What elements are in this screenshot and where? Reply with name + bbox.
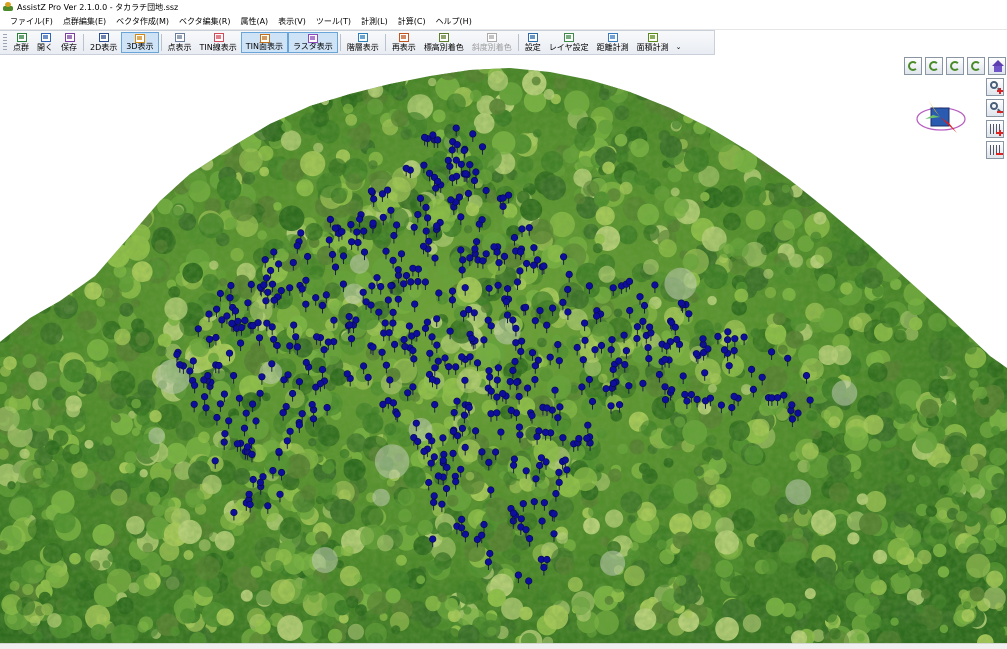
layer-settings-icon <box>563 32 575 42</box>
toolbar-overflow-button[interactable]: ⌄ <box>673 31 684 54</box>
point-display-icon <box>174 32 185 42</box>
toolbar-button[interactable]: 2D表示 <box>86 32 121 53</box>
save-icon <box>64 32 75 42</box>
zoom-out-icon[interactable] <box>986 99 1004 117</box>
toolbar-button[interactable]: 保存 <box>57 32 81 53</box>
toolbar-button[interactable]: 設定 <box>521 32 545 53</box>
home-view-icon[interactable] <box>988 57 1006 75</box>
view-2d-icon <box>98 32 110 42</box>
settings-icon <box>527 32 539 42</box>
toolbar-button-label: 斜度別着色 <box>471 43 512 52</box>
layer-display-icon <box>357 32 369 42</box>
slope-color-icon <box>486 32 498 42</box>
toolbar-button-label: 2D表示 <box>90 43 118 52</box>
view-3d-icon <box>134 33 146 43</box>
toolbar-separator <box>83 34 84 51</box>
menu-item[interactable]: ファイル(F) <box>0 14 58 29</box>
menu-item[interactable]: 点群編集(E) <box>58 14 111 29</box>
rotate-left-icon[interactable] <box>904 57 922 75</box>
point-cloud-scene[interactable] <box>0 56 1007 643</box>
toolbar-button[interactable]: 3D表示 <box>121 32 159 53</box>
toolbar-separator <box>160 34 162 51</box>
menu-bar: ファイル(F) 点群編集(E) ベクタ作成(M) ベクタ編集(R) 属性(A) 表示(V)… <box>0 14 1007 30</box>
toolbar-button[interactable]: 点群 <box>9 32 33 53</box>
tin-surface-icon <box>259 33 270 43</box>
redraw-icon <box>398 32 410 42</box>
elevation-color-icon <box>438 32 450 42</box>
toolbar-button[interactable]: ラスタ表示 <box>287 32 338 53</box>
distance-measure-icon <box>607 32 619 42</box>
toolbar-button-label: 距離計測 <box>596 43 629 52</box>
toolbar-button-label: 面積計測 <box>636 43 669 52</box>
title-bar: AssistZ Pro Ver 2.1.0.0 - タカラチ団地.ssz <box>0 0 1007 14</box>
toolbar-button-label: 点表示 <box>167 43 192 52</box>
menu-item[interactable]: ベクタ作成(M) <box>111 14 174 29</box>
compass-icon[interactable] <box>913 94 971 142</box>
area-measure-icon <box>647 32 659 42</box>
toolbar-button-label: 開く <box>37 43 53 52</box>
toolbar-button-label: レイヤ設定 <box>548 43 589 52</box>
toolbar-separator <box>339 34 341 51</box>
point-size-down-icon[interactable] <box>986 141 1004 159</box>
main-toolbar: 点群 開く 保存 2D表示 3D表示 点表示 TIN線表示 TIN面表示 ラスタ表示 階層表示 再表… <box>0 30 715 55</box>
toolbar-button[interactable]: 距離計測 <box>593 32 633 53</box>
toolbar-button[interactable]: 標高別着色 <box>420 32 468 53</box>
rotate-up-icon[interactable] <box>946 57 964 75</box>
rotate-down-icon[interactable] <box>925 57 943 75</box>
status-bar <box>0 643 1007 649</box>
menu-item[interactable]: 表示(V) <box>273 14 311 29</box>
toolbar-grip[interactable] <box>3 34 7 51</box>
menu-item[interactable]: ベクタ編集(R) <box>174 14 235 29</box>
toolbar-separator <box>517 34 519 51</box>
toolbar-separator <box>384 34 386 51</box>
point-cloud-icon <box>16 32 27 42</box>
tin-line-icon <box>213 32 224 42</box>
toolbar-button-label: 設定 <box>524 43 541 52</box>
3d-viewport[interactable] <box>0 56 1007 643</box>
toolbar-button-label: 再表示 <box>391 43 416 52</box>
menu-item[interactable]: 属性(A) <box>235 14 273 29</box>
menu-item[interactable]: ヘルプ(H) <box>431 14 477 29</box>
toolbar-button-label: 点群 <box>13 43 29 52</box>
app-icon <box>3 2 13 12</box>
menu-item[interactable]: 計算(C) <box>393 14 431 29</box>
rotate-right-icon[interactable] <box>967 57 985 75</box>
point-size-up-icon[interactable] <box>986 120 1004 138</box>
menu-item[interactable]: ツール(T) <box>311 14 356 29</box>
menu-item[interactable]: 計測(L) <box>356 14 393 29</box>
toolbar-button-label: TIN線表示 <box>199 43 237 52</box>
toolbar-button-label: 標高別着色 <box>423 43 464 52</box>
toolbar-button-label: 階層表示 <box>346 43 379 52</box>
zoom-in-icon[interactable] <box>986 78 1004 96</box>
toolbar-button[interactable]: レイヤ設定 <box>545 32 593 53</box>
toolbar-button-label: 保存 <box>61 43 77 52</box>
open-icon <box>40 32 51 42</box>
toolbar-button[interactable]: TIN線表示 <box>196 32 241 53</box>
raster-icon <box>307 33 319 43</box>
toolbar-button[interactable]: TIN面表示 <box>240 32 288 53</box>
toolbar-button[interactable]: 点表示 <box>164 32 196 53</box>
toolbar-button[interactable]: 開く <box>33 32 57 53</box>
window-title: AssistZ Pro Ver 2.1.0.0 - タカラチ団地.ssz <box>17 2 179 12</box>
toolbar-button[interactable]: 再表示 <box>388 32 420 53</box>
toolbar-button[interactable]: 面積計測 <box>633 32 673 53</box>
toolbar-button[interactable]: 斜度別着色 <box>468 32 516 53</box>
toolbar-button[interactable]: 階層表示 <box>343 32 383 53</box>
